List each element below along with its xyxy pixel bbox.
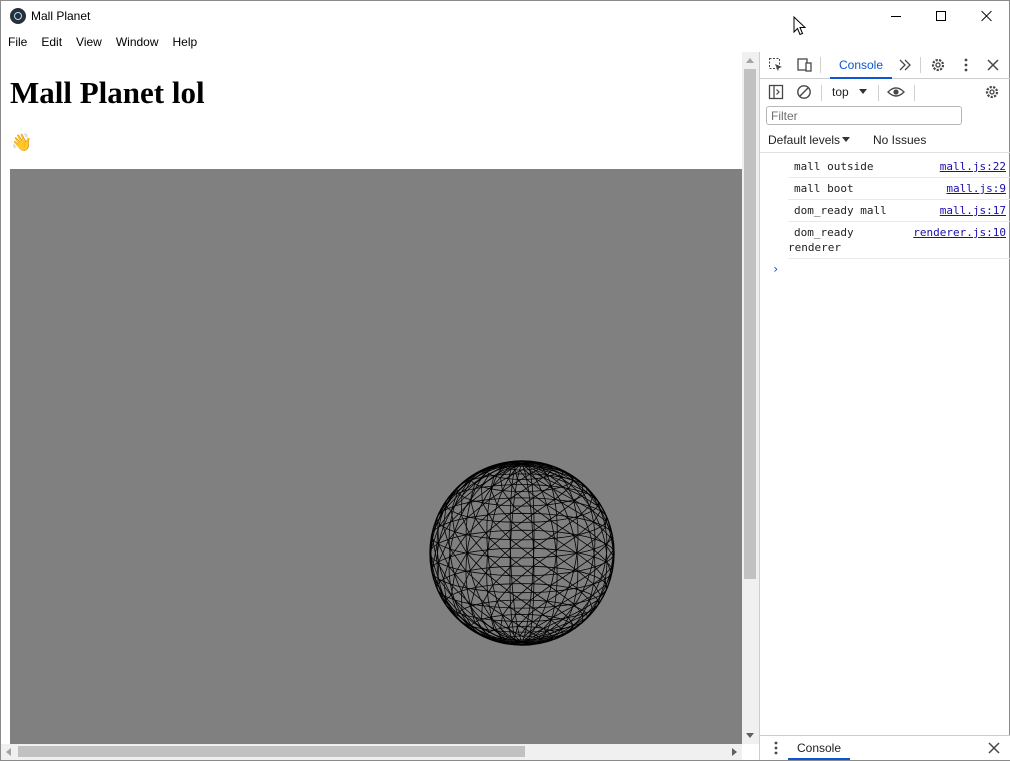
- app-icon: [10, 8, 26, 24]
- drawer-menu-icon[interactable]: [768, 740, 784, 756]
- sidebar-toggle-icon[interactable]: [768, 84, 784, 100]
- waving-hand-emoji: 👋: [11, 133, 33, 152]
- maximize-icon: [936, 11, 946, 21]
- log-message-line2: renderer: [788, 241, 841, 254]
- devtools-drawer: Console: [760, 735, 1010, 760]
- log-source-link[interactable]: mall.js:22: [940, 159, 1006, 174]
- menu-view[interactable]: View: [76, 35, 102, 49]
- page-content: Mall Planet lol 👋: [1, 52, 742, 744]
- menu-file[interactable]: File: [8, 35, 27, 49]
- close-devtools-icon[interactable]: [985, 57, 1001, 73]
- page-heading: Mall Planet lol: [10, 75, 205, 110]
- console-settings-gear-icon[interactable]: [984, 84, 1000, 100]
- minimize-button[interactable]: [873, 1, 919, 31]
- clear-console-icon[interactable]: [796, 84, 812, 100]
- console-toolbar: top: [760, 79, 1010, 105]
- app-window: Mall Planet File Edit View Window Help M…: [0, 0, 1010, 761]
- issues-counter[interactable]: No Issues: [873, 133, 926, 147]
- title-bar: Mall Planet: [1, 1, 1010, 36]
- horizontal-scrollbar[interactable]: [1, 744, 742, 760]
- tab-console[interactable]: Console: [830, 52, 892, 79]
- toolbar-divider: [878, 85, 879, 101]
- more-tabs-icon[interactable]: [897, 57, 913, 73]
- close-drawer-icon[interactable]: [986, 740, 1002, 756]
- minimize-icon: [891, 15, 901, 17]
- log-entry: mall outside mall.js:22: [788, 156, 1010, 178]
- render-canvas[interactable]: [10, 169, 742, 744]
- devtools-toolbar: Console: [760, 52, 1010, 79]
- menu-help[interactable]: Help: [173, 35, 198, 49]
- log-levels-dropdown[interactable]: Default levels: [768, 133, 840, 147]
- context-selector[interactable]: top: [832, 85, 849, 99]
- kebab-menu-icon[interactable]: [958, 57, 974, 73]
- inspect-element-icon[interactable]: [768, 57, 784, 73]
- live-expression-eye-icon[interactable]: [887, 84, 905, 100]
- filter-placeholder: Filter: [771, 109, 798, 123]
- log-source-link[interactable]: mall.js:9: [946, 181, 1006, 196]
- vertical-scroll-thumb[interactable]: [744, 69, 756, 579]
- scroll-left-icon[interactable]: [6, 748, 11, 756]
- chevron-down-icon: [842, 137, 850, 142]
- chevron-down-icon: [859, 89, 867, 94]
- console-log-list: mall outside mall.js:22 mall boot mall.j…: [760, 156, 1010, 259]
- device-toolbar-icon[interactable]: [796, 57, 812, 73]
- window-title: Mall Planet: [31, 9, 91, 23]
- toolbar-divider: [821, 85, 822, 101]
- log-entry: mall boot mall.js:9: [788, 178, 1010, 200]
- vertical-scrollbar[interactable]: [742, 52, 759, 744]
- toolbar-divider: [920, 57, 921, 73]
- log-source-link[interactable]: renderer.js:10: [913, 225, 1006, 240]
- toolbar-divider: [820, 57, 821, 73]
- log-message: dom_ready renderer: [788, 222, 878, 258]
- wireframe-sphere: [429, 460, 615, 646]
- close-window-button[interactable]: [964, 1, 1010, 31]
- scroll-down-icon[interactable]: [746, 733, 754, 738]
- log-entry: dom_ready mall mall.js:17: [788, 200, 1010, 222]
- horizontal-scroll-thumb[interactable]: [18, 746, 525, 757]
- menu-edit[interactable]: Edit: [41, 35, 62, 49]
- toolbar-divider: [914, 85, 915, 101]
- log-entry: dom_ready renderer renderer.js:10: [788, 222, 1010, 259]
- menu-bar: File Edit View Window Help: [1, 31, 1009, 52]
- scroll-up-icon[interactable]: [746, 58, 754, 63]
- log-message-line1: dom_ready: [794, 226, 854, 239]
- scroll-right-icon[interactable]: [732, 748, 737, 756]
- console-prompt-chevron-icon[interactable]: ›: [772, 262, 779, 276]
- drawer-tab-console[interactable]: Console: [788, 736, 850, 760]
- console-status-bar: Default levels No Issues: [760, 129, 1010, 153]
- maximize-button[interactable]: [918, 1, 964, 31]
- filter-input[interactable]: Filter: [766, 106, 962, 125]
- close-icon: [981, 10, 993, 22]
- settings-gear-icon[interactable]: [930, 57, 946, 73]
- log-source-link[interactable]: mall.js:17: [940, 203, 1006, 218]
- devtools-panel: Console top Filter Default levels No Iss…: [759, 52, 1010, 760]
- menu-window[interactable]: Window: [116, 35, 159, 49]
